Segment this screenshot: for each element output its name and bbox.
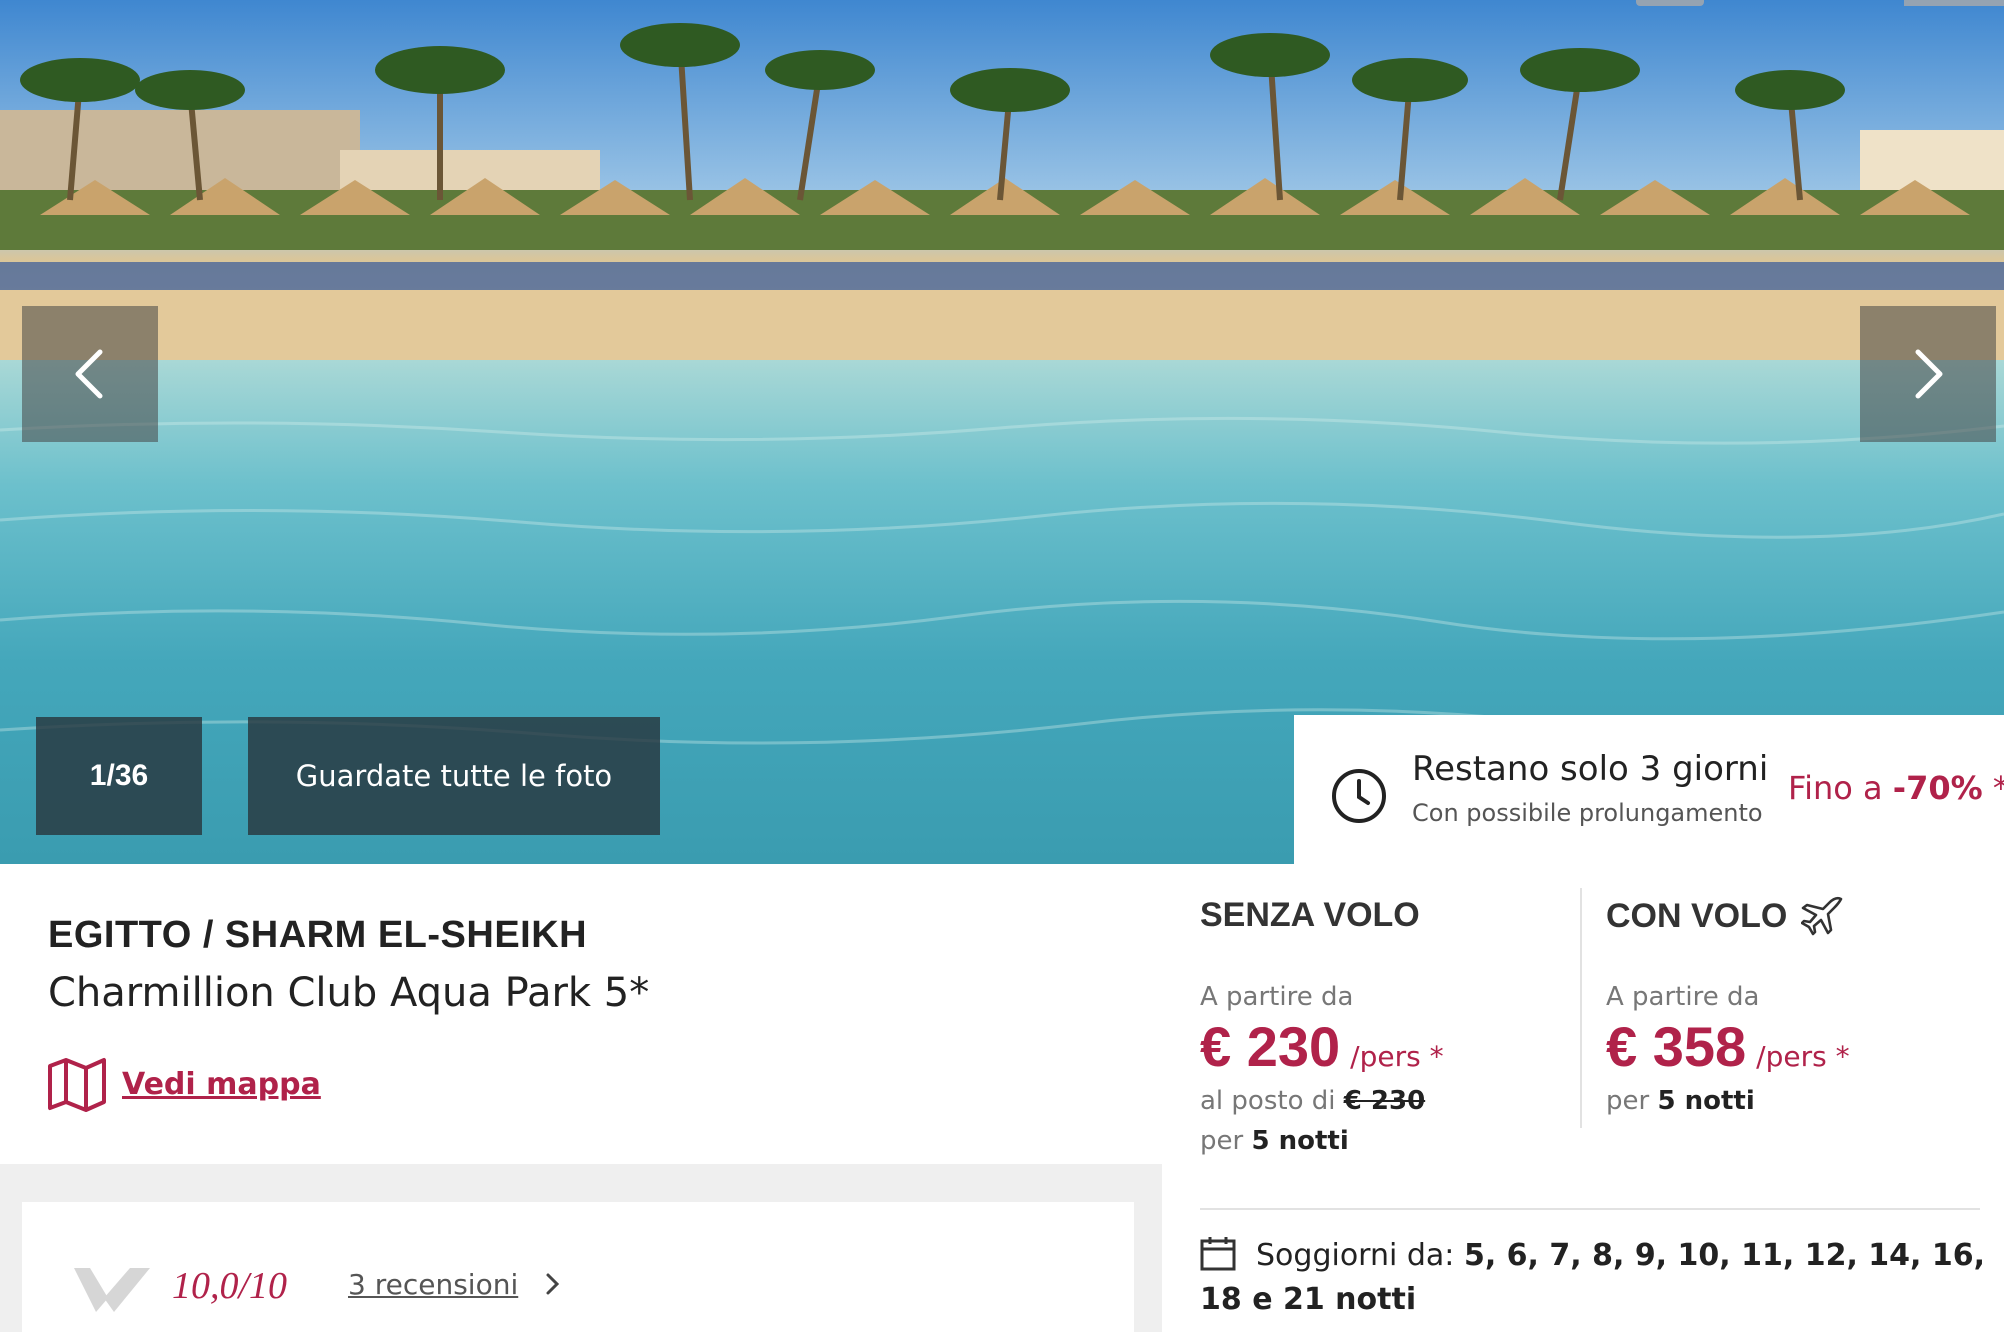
calendar-icon <box>1200 1237 1236 1271</box>
timer-subtitle: Con possibile prolungamento <box>1412 799 1763 827</box>
discount-prefix: Fino a <box>1788 769 1883 807</box>
column-divider <box>1580 888 1582 1128</box>
chevron-right-icon <box>1915 349 1943 399</box>
review-score: 10,0/10 <box>172 1265 288 1307</box>
nights-prefix: per <box>1606 1086 1650 1116</box>
timer-title: Restano solo 3 giorni <box>1412 749 1769 789</box>
price-row: € 358/pers * <box>1606 1014 1850 1079</box>
discount-label: Fino a -70% * <box>1788 769 2004 807</box>
reviews-card: 10,0/10 3 recensioni <box>22 1202 1134 1332</box>
nights-info: per 5 notti <box>1606 1086 1755 1116</box>
photo-counter: 1/36 <box>36 717 202 835</box>
price-panel: SENZA VOLO A partire da € 230/pers * al … <box>1162 864 2004 1332</box>
nights-count: 5 notti <box>1657 1086 1755 1116</box>
price-amount: € 230 <box>1200 1015 1341 1078</box>
without-flight-heading-text: SENZA VOLO <box>1200 896 1420 934</box>
top-edge-marker <box>1636 0 1704 6</box>
original-price: al posto di € 230 <box>1200 1086 1425 1116</box>
price-row: € 230/pers * <box>1200 1014 1444 1079</box>
price-per-person: /pers * <box>1756 1040 1850 1073</box>
reviews-link[interactable]: 3 recensioni <box>348 1268 518 1301</box>
instead-label: al posto di <box>1200 1086 1336 1116</box>
review-logo-icon <box>74 1268 150 1312</box>
destination-breadcrumb: EGITTO / SHARM EL-SHEIKH <box>48 914 588 956</box>
hotel-name: Charmillion Club Aqua Park 5* <box>48 970 650 1016</box>
clock-icon <box>1332 769 1386 823</box>
gallery-prev-button[interactable] <box>22 306 158 442</box>
with-flight-heading-text: CON VOLO <box>1606 896 1788 935</box>
hotel-info: EGITTO / SHARM EL-SHEIKH Charmillion Clu… <box>0 864 1162 1164</box>
view-map-link[interactable]: Vedi mappa <box>46 1056 321 1112</box>
with-flight-heading: CON VOLO <box>1606 896 1845 936</box>
price-per-person: /pers * <box>1350 1040 1444 1073</box>
offer-timer-card: Restano solo 3 giorni Con possibile prol… <box>1294 715 2004 865</box>
nights-info: per 5 notti <box>1200 1126 1349 1156</box>
without-flight-heading: SENZA VOLO <box>1200 896 1420 935</box>
view-all-photos-button[interactable]: Guardate tutte le foto <box>248 717 660 835</box>
from-label: A partire da <box>1606 982 1760 1012</box>
from-label: A partire da <box>1200 982 1354 1012</box>
chevron-left-icon <box>75 349 103 399</box>
discount-suffix: * <box>1993 769 2004 807</box>
nights-count: 5 notti <box>1251 1126 1349 1156</box>
price-amount: € 358 <box>1606 1015 1747 1078</box>
chevron-right-small-icon[interactable] <box>544 1272 560 1296</box>
stay-lengths: Soggiorni da: 5, 6, 7, 8, 9, 10, 11, 12,… <box>1200 1234 1990 1322</box>
nights-prefix: per <box>1200 1126 1244 1156</box>
strikethrough-price: € 230 <box>1343 1086 1426 1116</box>
stays-label: Soggiorni da: <box>1256 1238 1455 1273</box>
map-icon <box>48 1058 106 1112</box>
airplane-icon <box>1801 896 1843 936</box>
top-edge-marker <box>1904 0 2004 6</box>
view-map-label[interactable]: Vedi mappa <box>122 1067 321 1102</box>
gallery-next-button[interactable] <box>1860 306 1996 442</box>
section-divider <box>1200 1208 1980 1210</box>
discount-value: -70% <box>1892 769 1983 807</box>
